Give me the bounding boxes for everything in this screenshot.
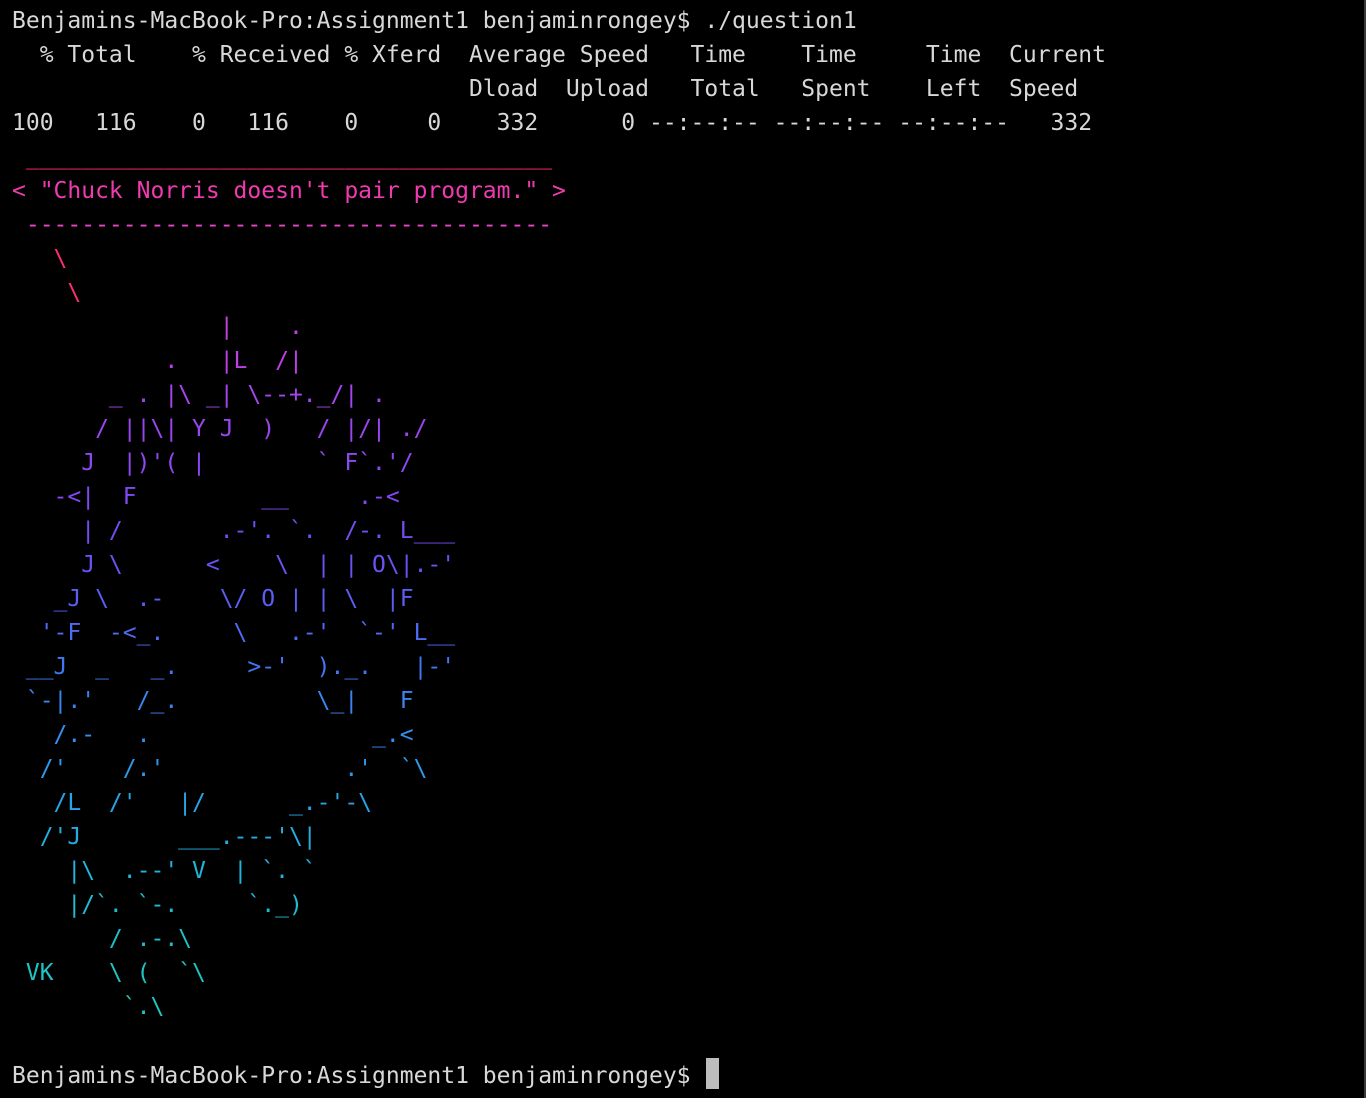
cowsay-line: / .-.\ <box>12 926 193 952</box>
cowsay-line: `-|.' /_. \_| F <box>12 688 414 714</box>
cowsay-line: \ <box>12 246 68 272</box>
cowsay-line: J |)'( | ` F`.'/ <box>12 450 414 476</box>
curl-values-row: 100 116 0 116 0 0 332 0 --:--:-- --:--:-… <box>12 110 1093 136</box>
shell-prompt: Benjamins-MacBook-Pro:Assignment1 benjam… <box>12 1063 691 1089</box>
cowsay-line: /.- . _.< <box>12 722 414 748</box>
cowsay-line: /L /' |/ _.-'-\ <box>12 790 373 816</box>
cowsay-line: _J \ .- \/ O | | \ |F <box>12 586 414 612</box>
cowsay-line: / ||\| Y J ) / |/| ./ <box>12 416 428 442</box>
terminal-window[interactable]: Benjamins-MacBook-Pro:Assignment1 benjam… <box>0 0 1366 1098</box>
cowsay-line: J \ < \ | | O\|.-' <box>12 552 456 578</box>
command-line: Benjamins-MacBook-Pro:Assignment1 benjam… <box>12 4 857 38</box>
cowsay-line: VK \ ( `\ <box>12 960 206 986</box>
cowsay-line: |/`. `-. `._) <box>12 892 303 918</box>
text-cursor <box>706 1058 720 1089</box>
curl-header-row-1: % Total % Received % Xferd Average Speed… <box>12 42 1106 68</box>
cowsay-line: ______________________________________ <box>12 144 553 170</box>
cowsay-line: `.\ <box>12 994 165 1020</box>
cowsay-line: < "Chuck Norris doesn't pair program." > <box>12 178 566 204</box>
cowsay-line: -<| F __ .-< <box>12 484 400 510</box>
shell-prompt: Benjamins-MacBook-Pro:Assignment1 benjam… <box>12 8 691 34</box>
cowsay-line: | . <box>12 314 303 340</box>
cowsay-line: /' /.' .' `\ <box>12 756 428 782</box>
cowsay-line: __J _ _. >-' )._. |-' <box>12 654 456 680</box>
cowsay-line: _ . |\ _| \--+._/| . <box>12 382 386 408</box>
active-prompt-line[interactable]: Benjamins-MacBook-Pro:Assignment1 benjam… <box>12 1058 720 1092</box>
curl-header-row-2: Dload Upload Total Spent Left Speed <box>12 76 1079 102</box>
cowsay-line: -------------------------------------- <box>12 212 553 238</box>
cowsay-line: |\ .--' V | `. ` <box>12 858 317 884</box>
cowsay-line: '-F -<_. \ .-' `-' L__ <box>12 620 456 646</box>
command-text: ./question1 <box>690 8 857 34</box>
cowsay-line: \ <box>12 280 82 306</box>
cowsay-line: | / .-'. `. /-. L___ <box>12 518 456 544</box>
cowsay-line: . |L /| <box>12 348 303 374</box>
cowsay-line: /'J ___.---'\| <box>12 824 317 850</box>
